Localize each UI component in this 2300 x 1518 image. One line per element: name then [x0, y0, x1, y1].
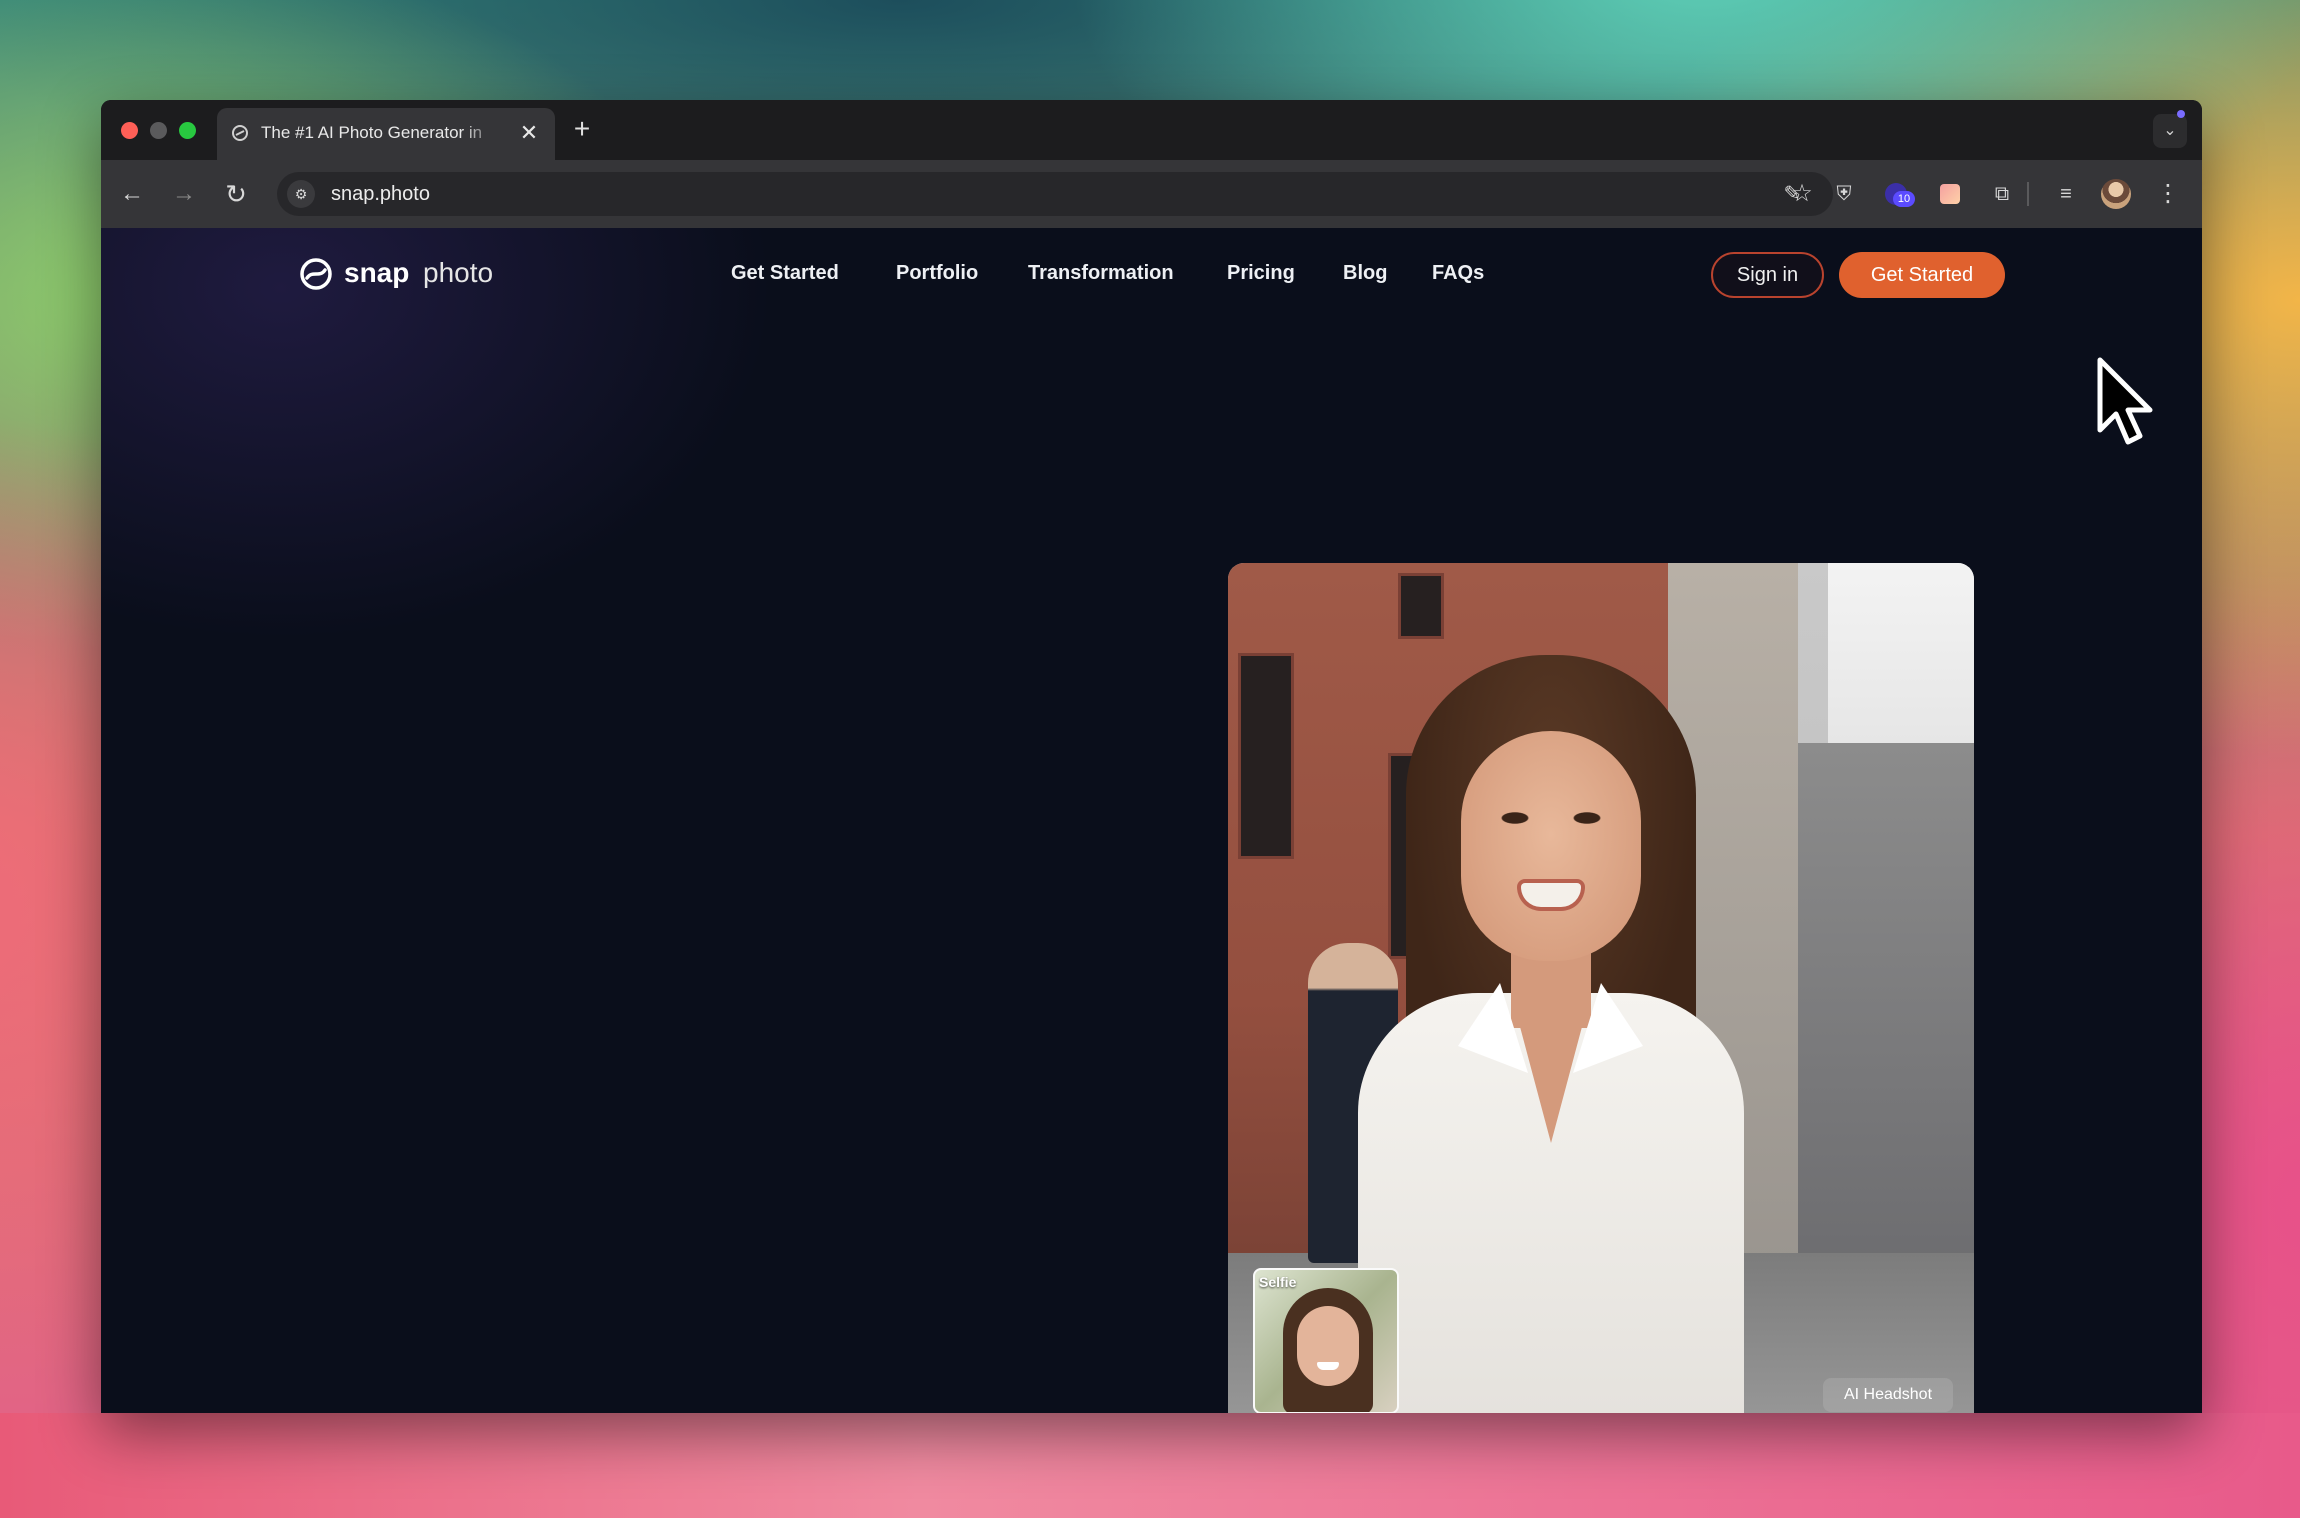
nav-faqs[interactable]: FAQs [1432, 262, 1484, 285]
pen-extension-icon[interactable]: ✎ [1775, 177, 1809, 211]
shield-extension-icon[interactable]: ⛨ [1827, 177, 1861, 211]
logo-text-light: photo [423, 257, 494, 288]
hero-far-buildings [1798, 743, 1974, 1263]
address-bar[interactable]: ⚙ snap.photo ☆ [277, 172, 1833, 216]
colorful-extension-square [1940, 184, 1960, 204]
nav-portfolio[interactable]: Portfolio [896, 262, 978, 285]
site-settings-icon[interactable]: ⚙ [287, 180, 315, 208]
nav-get-started[interactable]: Get Started [731, 262, 839, 285]
selfie-smile [1317, 1362, 1339, 1370]
sign-in-button[interactable]: Sign in [1711, 252, 1824, 298]
tab-search-menu-icon[interactable]: ⌄ [2153, 110, 2187, 148]
close-window-button[interactable] [121, 122, 138, 139]
selfie-label: Selfie [1259, 1274, 1297, 1290]
mouse-pointer-icon [2097, 357, 2153, 445]
logo-text-bold: snap [344, 257, 410, 288]
desktop-wallpaper-bottom [0, 1413, 2300, 1518]
hero-building-window [1238, 653, 1294, 859]
browser-menu-icon[interactable]: ⋮ [2151, 177, 2185, 211]
selfie-face [1297, 1306, 1359, 1386]
minimize-window-button[interactable] [150, 122, 167, 139]
profile-avatar[interactable] [2101, 179, 2131, 209]
extensions-puzzle-icon[interactable]: ⧉ [1985, 177, 2019, 211]
close-tab-icon[interactable]: ✕ [517, 121, 541, 145]
web-page: snap photo Get Started Portfolio Transfo… [101, 228, 2202, 1413]
colorful-extension-icon[interactable] [1933, 177, 1967, 211]
browser-toolbar: ← → ↻ ⚙ snap.photo ☆ ✎ ⛨ 10 ⧉ ≡ ⋮ [101, 160, 2202, 228]
tab-bar: The #1 AI Photo Generator in ✕ + ⌄ [101, 100, 2202, 160]
url-text[interactable]: snap.photo [331, 183, 430, 205]
maximize-window-button[interactable] [179, 122, 196, 139]
badge-extension-icon[interactable]: 10 [1881, 177, 1915, 211]
reload-button[interactable]: ↻ [219, 177, 253, 211]
hero-subject-eyes [1493, 811, 1609, 825]
new-tab-button[interactable]: + [567, 114, 597, 144]
selfie-thumbnail: Selfie [1253, 1268, 1399, 1413]
snap-photo-logo-icon [300, 258, 332, 290]
forward-button[interactable]: → [167, 177, 201, 211]
hero-subject-face [1461, 731, 1641, 961]
media-controls-icon[interactable]: ≡ [2049, 177, 2083, 211]
toolbar-divider [2027, 182, 2029, 206]
tab-active[interactable]: The #1 AI Photo Generator in ✕ [217, 108, 555, 160]
get-started-button[interactable]: Get Started [1839, 252, 2005, 298]
hero-building-window [1398, 573, 1444, 639]
back-button[interactable]: ← [115, 177, 149, 211]
ai-headshot-label: AI Headshot [1823, 1378, 1953, 1412]
hero-ai-headshot-image: Selfie AI Headshot [1228, 563, 1974, 1413]
snap-photo-favicon-icon [231, 124, 249, 142]
hero-subject-smile [1521, 883, 1581, 907]
nav-pricing[interactable]: Pricing [1227, 262, 1295, 285]
browser-window: The #1 AI Photo Generator in ✕ + ⌄ ← → ↻… [101, 100, 2202, 1413]
tab-title: The #1 AI Photo Generator in [261, 123, 501, 145]
nav-transformation[interactable]: Transformation [1028, 262, 1174, 285]
badge-count: 10 [1893, 191, 1915, 207]
nav-blog[interactable]: Blog [1343, 262, 1387, 285]
